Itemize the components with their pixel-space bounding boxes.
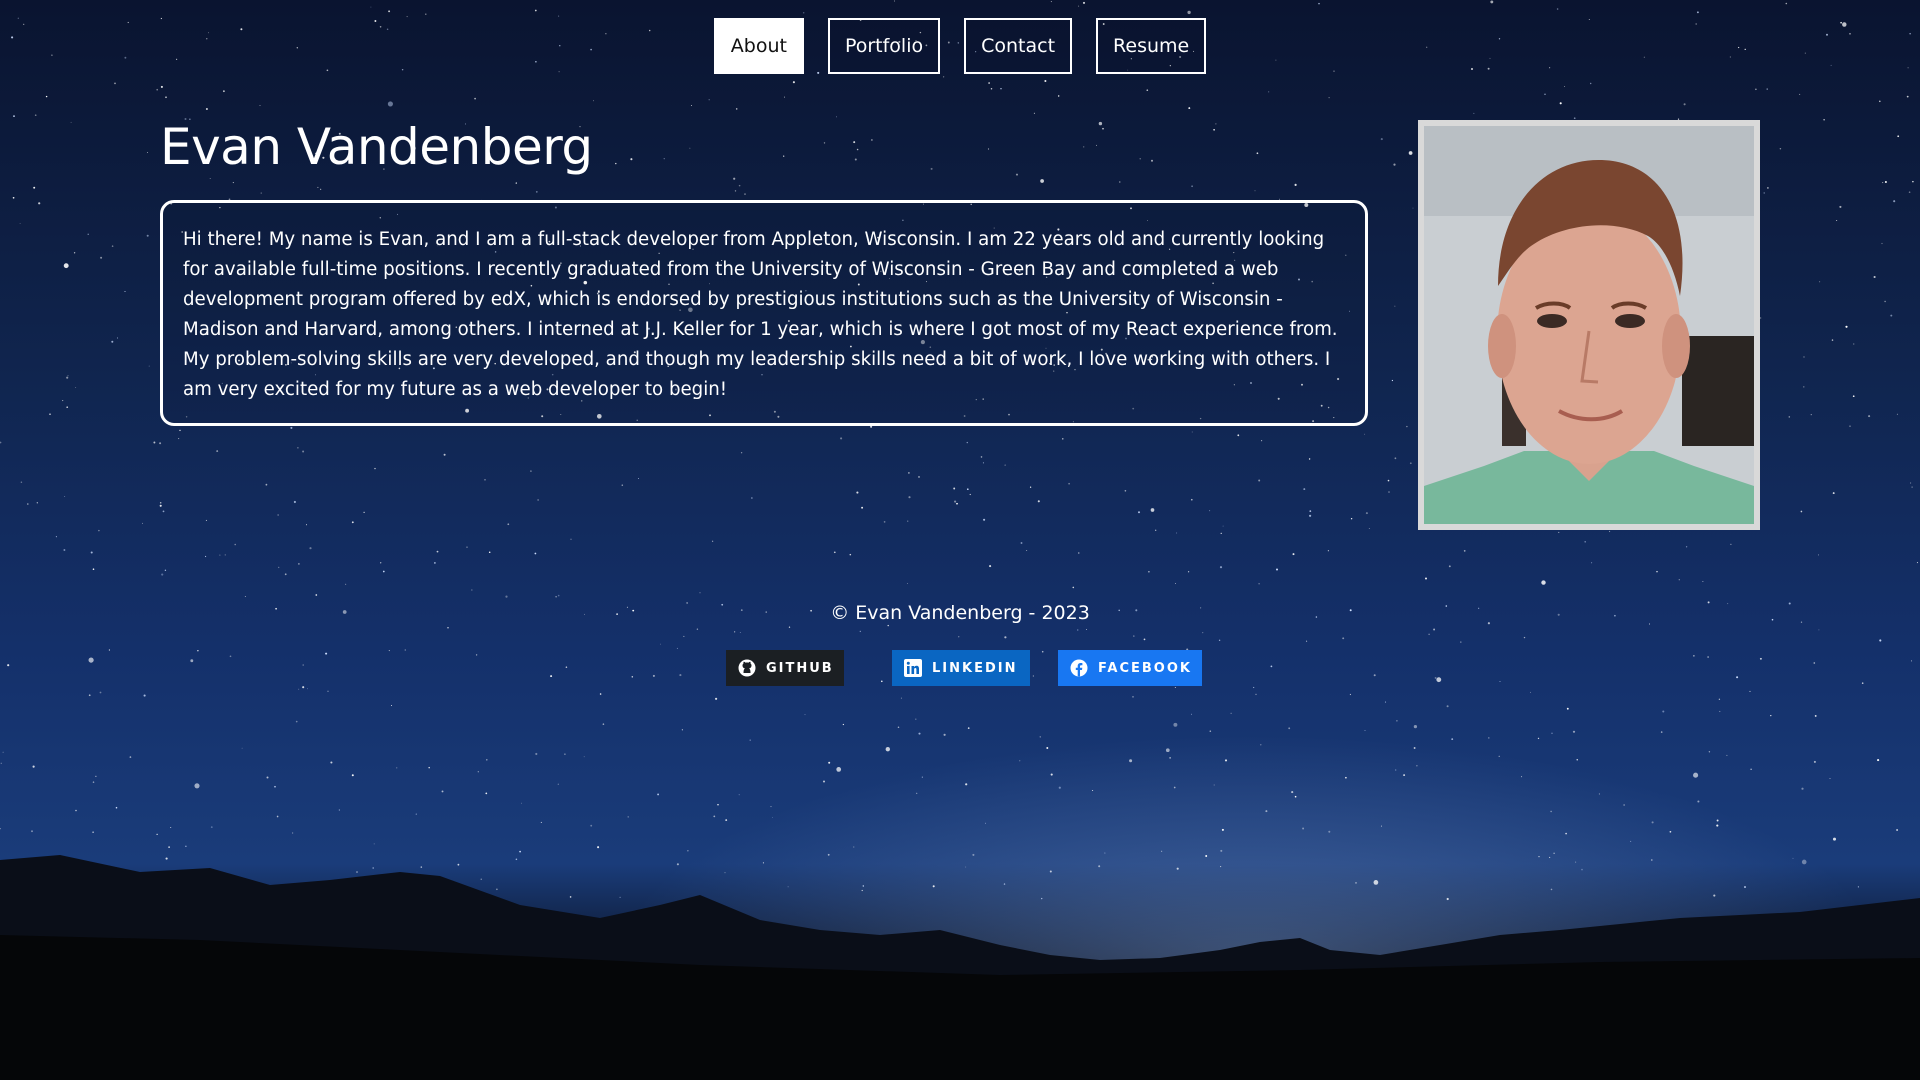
linkedin-button[interactable]: LINKEDIN bbox=[892, 650, 1030, 686]
linkedin-icon bbox=[904, 659, 922, 677]
page-title: Evan Vandenberg bbox=[160, 118, 593, 176]
facebook-label: FACEBOOK bbox=[1098, 660, 1192, 676]
profile-photo bbox=[1418, 120, 1760, 530]
page-root: About Portfolio Contact Resume Evan Vand… bbox=[0, 0, 1920, 1080]
github-icon bbox=[738, 659, 756, 677]
social-links: GITHUB LINKEDIN FACEBOOK bbox=[0, 650, 1920, 686]
top-nav: About Portfolio Contact Resume bbox=[0, 18, 1920, 74]
facebook-button[interactable]: FACEBOOK bbox=[1058, 650, 1202, 686]
copyright-text: © Evan Vandenberg - 2023 bbox=[830, 602, 1090, 624]
portrait-illustration bbox=[1424, 126, 1754, 524]
nav-portfolio-button[interactable]: Portfolio bbox=[827, 18, 941, 74]
bio-text: Hi there! My name is Evan, and I am a fu… bbox=[160, 200, 1368, 426]
facebook-icon bbox=[1070, 659, 1088, 677]
nav-resume-button[interactable]: Resume bbox=[1096, 18, 1207, 74]
nav-contact-button[interactable]: Contact bbox=[964, 18, 1073, 74]
github-label: GITHUB bbox=[766, 660, 834, 676]
linkedin-label: LINKEDIN bbox=[932, 660, 1018, 676]
nav-about-button[interactable]: About bbox=[713, 18, 804, 74]
github-button[interactable]: GITHUB bbox=[726, 650, 844, 686]
